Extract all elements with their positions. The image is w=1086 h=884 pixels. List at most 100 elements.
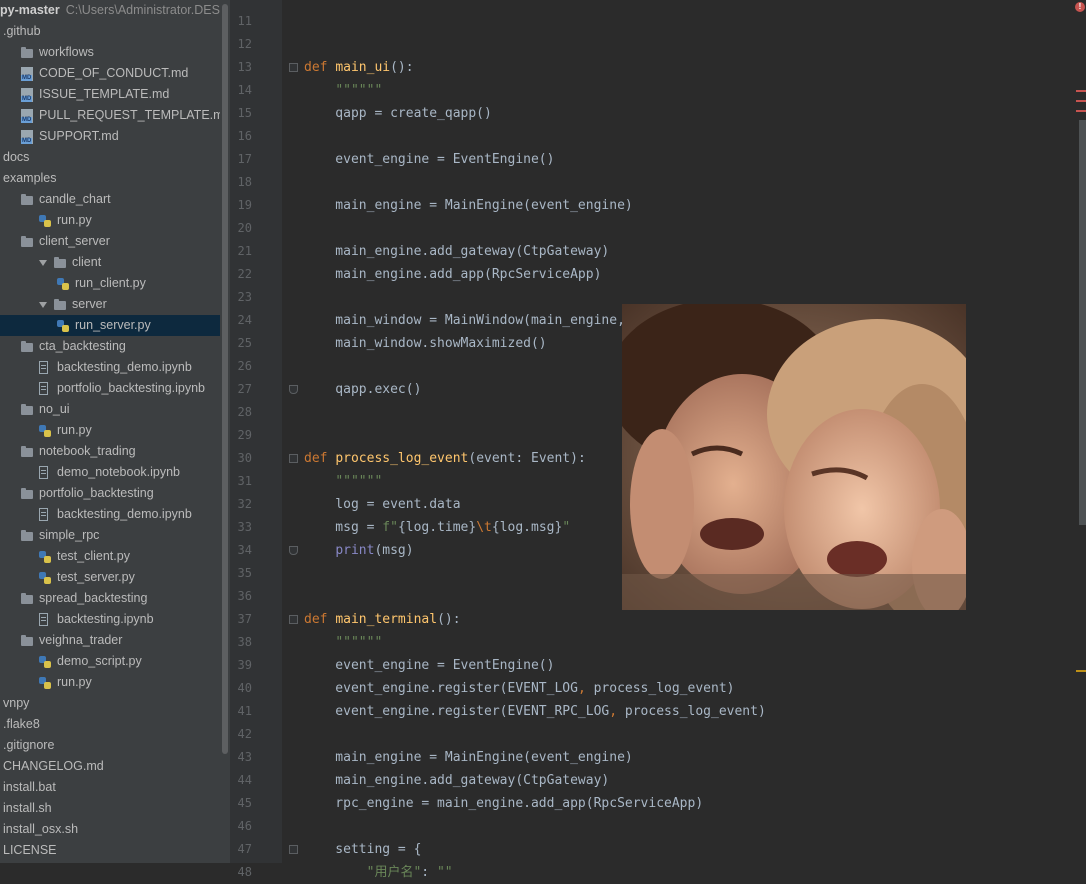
editor-scroll-thumb[interactable]: [1079, 120, 1086, 525]
tree-item[interactable]: .gitignore: [0, 735, 220, 756]
code-line[interactable]: print(msg): [304, 539, 413, 562]
tree-item[interactable]: test_client.py: [0, 546, 220, 567]
tree-item[interactable]: CHANGELOG.md: [0, 756, 220, 777]
warning-marker[interactable]: [1076, 670, 1086, 672]
line-number: 45: [237, 796, 252, 810]
tree-item[interactable]: candle_chart: [0, 189, 220, 210]
tree-item-label: run_server.py: [75, 318, 151, 332]
code-line[interactable]: rpc_engine = main_engine.add_app(RpcServ…: [304, 792, 703, 815]
py-icon: [39, 425, 51, 437]
tree-item[interactable]: server: [0, 294, 220, 315]
tree-item[interactable]: portfolio_backtesting: [0, 483, 220, 504]
tree-item[interactable]: .github: [0, 21, 220, 42]
tree-item[interactable]: run.py: [0, 672, 220, 693]
tree-item[interactable]: vnpy: [0, 693, 220, 714]
tree-item[interactable]: demo_script.py: [0, 651, 220, 672]
code-line[interactable]: qapp = create_qapp(): [304, 102, 492, 125]
fold-marker-icon[interactable]: [289, 615, 298, 624]
fold-marker-icon[interactable]: [289, 845, 298, 854]
line-number: 15: [237, 106, 252, 120]
tree-item[interactable]: client: [0, 252, 220, 273]
tree-item[interactable]: SUPPORT.md: [0, 126, 220, 147]
line-number: 16: [237, 129, 252, 143]
tree-item[interactable]: workflows: [0, 42, 220, 63]
code-line[interactable]: def main_terminal():: [304, 608, 461, 631]
code-line[interactable]: event_engine.register(EVENT_LOG, process…: [304, 677, 734, 700]
fold-marker-icon[interactable]: [289, 454, 298, 463]
code-line[interactable]: setting = {: [304, 838, 421, 861]
line-number: 14: [237, 83, 252, 97]
fold-marker-icon[interactable]: [289, 385, 298, 394]
sidebar-scroll-thumb[interactable]: [222, 4, 228, 754]
line-number: 37: [237, 612, 252, 626]
tree-item[interactable]: CODE_OF_CONDUCT.md: [0, 63, 220, 84]
code-line[interactable]: event_engine.register(EVENT_RPC_LOG, pro…: [304, 700, 766, 723]
code-line[interactable]: log = event.data: [304, 493, 460, 516]
tree-item[interactable]: run.py: [0, 420, 220, 441]
expand-arrow-icon[interactable]: [39, 302, 47, 308]
md-icon: [21, 67, 33, 81]
code-line[interactable]: """""": [304, 470, 382, 493]
code-line[interactable]: def main_ui():: [304, 56, 414, 79]
tree-item[interactable]: spread_backtesting: [0, 588, 220, 609]
project-root-row[interactable]: py-master C:\Users\Administrator.DESK: [0, 0, 220, 21]
code-line[interactable]: """""": [304, 631, 382, 654]
tree-item[interactable]: demo_notebook.ipynb: [0, 462, 220, 483]
code-line[interactable]: main_engine.add_app(RpcServiceApp): [304, 263, 601, 286]
code-line[interactable]: main_engine = MainEngine(event_engine): [304, 746, 632, 769]
code-line[interactable]: qapp.exec(): [304, 378, 421, 401]
line-number: 22: [237, 267, 252, 281]
code-line[interactable]: msg = f"{log.time}\t{log.msg}": [304, 516, 570, 539]
tree-item[interactable]: portfolio_backtesting.ipynb: [0, 378, 220, 399]
tree-item[interactable]: simple_rpc: [0, 525, 220, 546]
error-marker[interactable]: [1076, 110, 1086, 112]
code-line[interactable]: "用户名": "": [304, 861, 453, 884]
sidebar-scrollbar[interactable]: [220, 0, 230, 863]
tree-item[interactable]: LICENSE: [0, 840, 220, 861]
tree-item[interactable]: install.sh: [0, 798, 220, 819]
tree-item[interactable]: no_ui: [0, 399, 220, 420]
line-number: 38: [237, 635, 252, 649]
tree-item[interactable]: ISSUE_TEMPLATE.md: [0, 84, 220, 105]
line-number: 30: [237, 451, 252, 465]
code-line[interactable]: main_engine = MainEngine(event_engine): [304, 194, 632, 217]
tree-item[interactable]: backtesting.ipynb: [0, 609, 220, 630]
tree-item-label: test_server.py: [57, 570, 135, 584]
tree-item[interactable]: docs: [0, 147, 220, 168]
tree-item[interactable]: PULL_REQUEST_TEMPLATE.md: [0, 105, 220, 126]
code-line[interactable]: main_engine.add_gateway(CtpGateway): [304, 769, 609, 792]
tree-item[interactable]: test_server.py: [0, 567, 220, 588]
tree-item[interactable]: run_client.py: [0, 273, 220, 294]
tree-item[interactable]: client_server: [0, 231, 220, 252]
tree-item[interactable]: examples: [0, 168, 220, 189]
code-line[interactable]: event_engine = EventEngine(): [304, 148, 554, 171]
tree-item[interactable]: notebook_trading: [0, 441, 220, 462]
tree-item[interactable]: .flake8: [0, 714, 220, 735]
line-number: 26: [237, 359, 252, 373]
folder-icon: [54, 257, 66, 268]
code-line[interactable]: """""": [304, 79, 382, 102]
tree-item[interactable]: cta_backtesting: [0, 336, 220, 357]
tree-item[interactable]: veighna_trader: [0, 630, 220, 651]
code-line[interactable]: event_engine = EventEngine(): [304, 654, 554, 677]
error-marker[interactable]: [1076, 90, 1086, 92]
tree-item-label: run.py: [57, 423, 92, 437]
code-line[interactable]: main_engine.add_gateway(CtpGateway): [304, 240, 609, 263]
fold-marker-icon[interactable]: [289, 63, 298, 72]
tree-item[interactable]: backtesting_demo.ipynb: [0, 504, 220, 525]
fold-marker-icon[interactable]: [289, 546, 298, 555]
tree-item[interactable]: install_osx.sh: [0, 819, 220, 840]
tree-item[interactable]: backtesting_demo.ipynb: [0, 357, 220, 378]
folder-icon: [21, 530, 33, 541]
error-icon[interactable]: !: [1075, 2, 1085, 12]
code-line[interactable]: main_window.showMaximized(): [304, 332, 546, 355]
tree-item[interactable]: install.bat: [0, 777, 220, 798]
tree-item-label: spread_backtesting: [39, 591, 148, 605]
error-marker[interactable]: [1076, 100, 1086, 102]
tree-item-label: simple_rpc: [39, 528, 100, 542]
tree-item[interactable]: run.py: [0, 210, 220, 231]
tree-item-label: backtesting_demo.ipynb: [57, 507, 192, 521]
expand-arrow-icon[interactable]: [39, 260, 47, 266]
tree-item[interactable]: run_server.py: [0, 315, 220, 336]
code-line[interactable]: def process_log_event(event: Event):: [304, 447, 586, 470]
